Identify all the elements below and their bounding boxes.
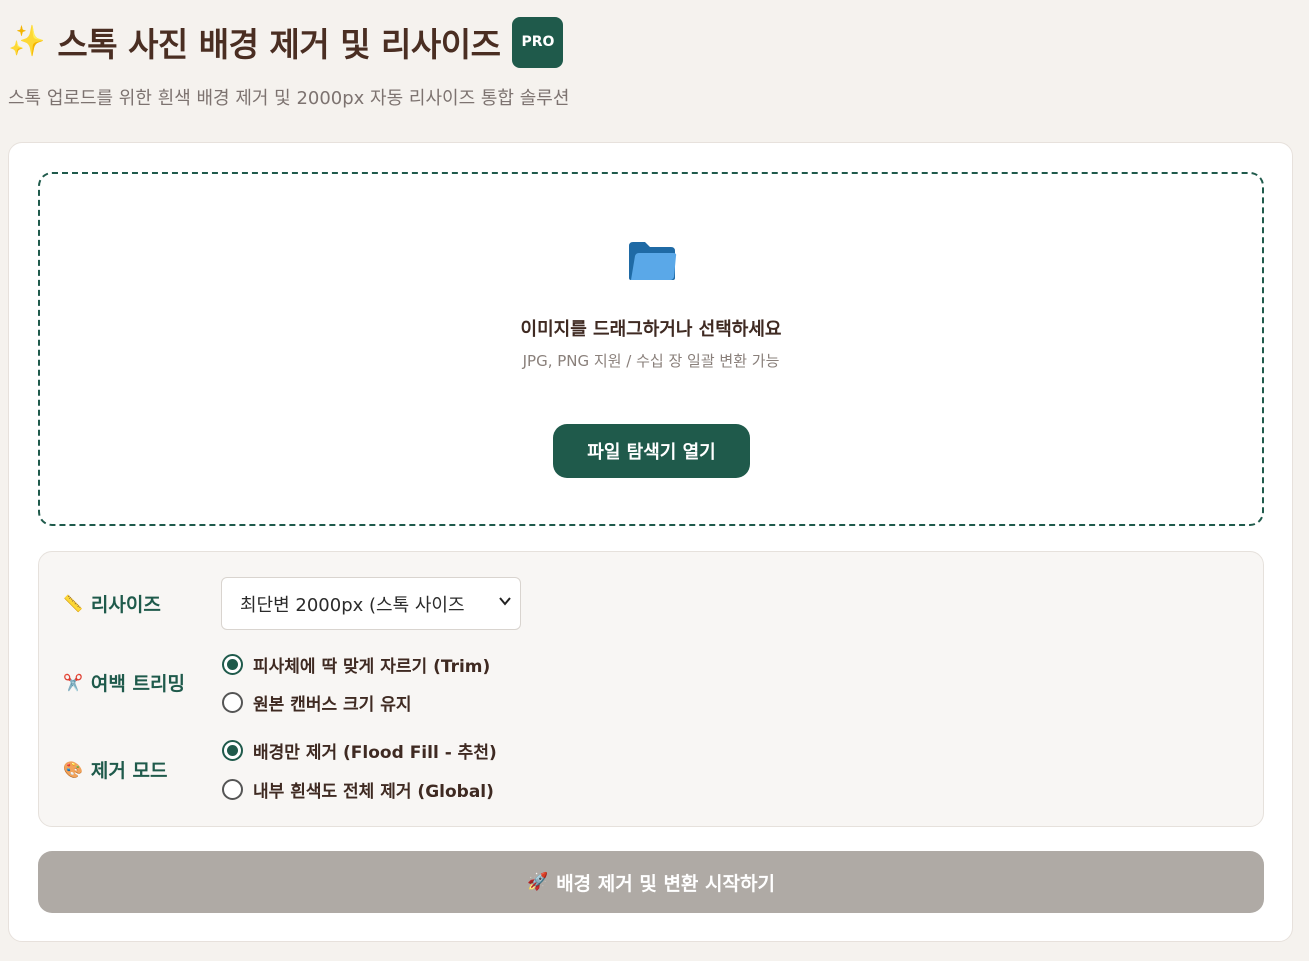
palette-icon: 🎨 [63, 760, 83, 779]
radio-button[interactable] [222, 692, 243, 713]
resize-option-label: 📏 리사이즈 [63, 590, 161, 617]
resize-label: 리사이즈 [90, 594, 161, 616]
dropzone-subtitle: JPG, PNG 지원 / 수십 장 일괄 변환 가능 [522, 352, 780, 370]
resize-select[interactable]: 최단변 2000px (스톡 사이즈 [221, 577, 521, 630]
radio-label: 내부 흰색도 전체 제거 (Global) [253, 782, 494, 802]
open-file-explorer-button[interactable]: 파일 탐색기 열기 [553, 424, 750, 478]
options-panel: 📏 리사이즈 최단변 2000px (스톡 사이즈 ✂️ 여백 트리밍 피사체에… [38, 551, 1264, 827]
start-conversion-button[interactable]: 🚀 배경 제거 및 변환 시작하기 [38, 851, 1264, 913]
ruler-icon: 📏 [63, 594, 83, 613]
page-title: 스톡 사진 배경 제거 및 리사이즈 [57, 25, 501, 64]
chevron-down-icon [499, 597, 511, 606]
radio-label: 피사체에 딱 맞게 자르기 (Trim) [253, 657, 491, 677]
main-card: 이미지를 드래그하거나 선택하세요 JPG, PNG 지원 / 수십 장 일괄 … [8, 142, 1293, 942]
trim-option-label: ✂️ 여백 트리밍 [63, 669, 185, 696]
mode-label: 제거 모드 [90, 760, 168, 782]
scissors-icon: ✂️ [63, 673, 83, 692]
page-subtitle: 스톡 업로드를 위한 흰색 배경 제거 및 2000px 자동 리사이즈 통합 … [8, 88, 570, 109]
radio-button[interactable] [222, 654, 243, 675]
radio-button[interactable] [222, 779, 243, 800]
trim-label: 여백 트리밍 [90, 673, 185, 695]
file-dropzone[interactable]: 이미지를 드래그하거나 선택하세요 JPG, PNG 지원 / 수십 장 일괄 … [38, 172, 1264, 526]
radio-label: 배경만 제거 (Flood Fill - 추천) [253, 743, 497, 763]
radio-button[interactable] [222, 740, 243, 761]
mode-radio-global[interactable]: 내부 흰색도 전체 제거 (Global) [222, 777, 494, 802]
mode-option-label: 🎨 제거 모드 [63, 756, 167, 783]
folder-icon [629, 242, 677, 280]
radio-label: 원본 캔버스 크기 유지 [253, 695, 412, 715]
dropzone-title: 이미지를 드래그하거나 선택하세요 [520, 319, 782, 340]
mode-radio-flood[interactable]: 배경만 제거 (Flood Fill - 추천) [222, 738, 497, 763]
resize-select-value: 최단변 2000px (스톡 사이즈 [240, 594, 465, 616]
trim-radio-fit[interactable]: 피사체에 딱 맞게 자르기 (Trim) [222, 652, 490, 677]
trim-radio-keep[interactable]: 원본 캔버스 크기 유지 [222, 690, 412, 715]
start-button-label: 배경 제거 및 변환 시작하기 [556, 872, 775, 895]
rocket-icon: 🚀 [527, 872, 549, 892]
page-header: ✨ 스톡 사진 배경 제거 및 리사이즈 PRO [8, 14, 564, 70]
sparkles-icon: ✨ [8, 24, 46, 59]
pro-badge: PRO [512, 16, 564, 68]
